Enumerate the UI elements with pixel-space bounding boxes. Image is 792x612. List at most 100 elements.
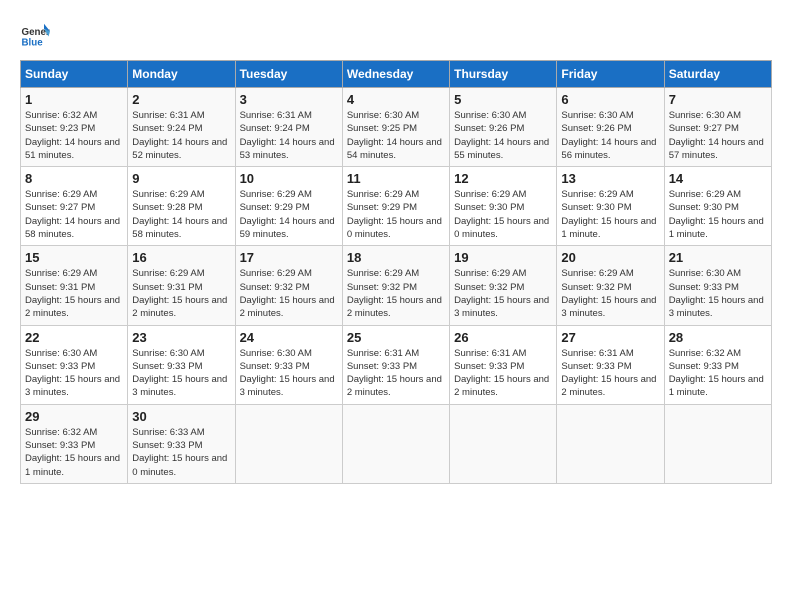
day-info: Sunrise: 6:29 AM Sunset: 9:31 PM Dayligh…	[25, 267, 123, 320]
day-number: 27	[561, 330, 659, 345]
calendar-day-cell: 13 Sunrise: 6:29 AM Sunset: 9:30 PM Dayl…	[557, 167, 664, 246]
calendar-day-cell	[342, 404, 449, 483]
calendar-day-cell: 20 Sunrise: 6:29 AM Sunset: 9:32 PM Dayl…	[557, 246, 664, 325]
day-info: Sunrise: 6:29 AM Sunset: 9:27 PM Dayligh…	[25, 188, 123, 241]
day-number: 25	[347, 330, 445, 345]
calendar-day-cell: 3 Sunrise: 6:31 AM Sunset: 9:24 PM Dayli…	[235, 88, 342, 167]
day-info: Sunrise: 6:29 AM Sunset: 9:32 PM Dayligh…	[347, 267, 445, 320]
day-number: 2	[132, 92, 230, 107]
day-number: 17	[240, 250, 338, 265]
weekday-label: Friday	[557, 61, 664, 88]
logo: General Blue	[20, 20, 50, 50]
calendar-day-cell	[664, 404, 771, 483]
calendar-day-cell	[557, 404, 664, 483]
day-number: 23	[132, 330, 230, 345]
calendar-day-cell: 1 Sunrise: 6:32 AM Sunset: 9:23 PM Dayli…	[21, 88, 128, 167]
day-info: Sunrise: 6:30 AM Sunset: 9:26 PM Dayligh…	[561, 109, 659, 162]
day-number: 7	[669, 92, 767, 107]
calendar-day-cell: 27 Sunrise: 6:31 AM Sunset: 9:33 PM Dayl…	[557, 325, 664, 404]
day-info: Sunrise: 6:32 AM Sunset: 9:23 PM Dayligh…	[25, 109, 123, 162]
calendar-day-cell: 24 Sunrise: 6:30 AM Sunset: 9:33 PM Dayl…	[235, 325, 342, 404]
day-number: 19	[454, 250, 552, 265]
day-number: 10	[240, 171, 338, 186]
calendar-day-cell: 22 Sunrise: 6:30 AM Sunset: 9:33 PM Dayl…	[21, 325, 128, 404]
calendar-day-cell: 21 Sunrise: 6:30 AM Sunset: 9:33 PM Dayl…	[664, 246, 771, 325]
day-number: 9	[132, 171, 230, 186]
day-info: Sunrise: 6:29 AM Sunset: 9:30 PM Dayligh…	[561, 188, 659, 241]
day-number: 29	[25, 409, 123, 424]
day-info: Sunrise: 6:32 AM Sunset: 9:33 PM Dayligh…	[669, 347, 767, 400]
day-info: Sunrise: 6:30 AM Sunset: 9:33 PM Dayligh…	[25, 347, 123, 400]
day-number: 1	[25, 92, 123, 107]
day-info: Sunrise: 6:31 AM Sunset: 9:33 PM Dayligh…	[454, 347, 552, 400]
calendar-day-cell: 16 Sunrise: 6:29 AM Sunset: 9:31 PM Dayl…	[128, 246, 235, 325]
calendar-table: SundayMondayTuesdayWednesdayThursdayFrid…	[20, 60, 772, 484]
calendar-week-row: 22 Sunrise: 6:30 AM Sunset: 9:33 PM Dayl…	[21, 325, 772, 404]
day-info: Sunrise: 6:29 AM Sunset: 9:28 PM Dayligh…	[132, 188, 230, 241]
day-number: 24	[240, 330, 338, 345]
weekday-label: Tuesday	[235, 61, 342, 88]
logo-icon: General Blue	[20, 20, 50, 50]
weekday-label: Sunday	[21, 61, 128, 88]
day-number: 8	[25, 171, 123, 186]
weekday-label: Thursday	[450, 61, 557, 88]
calendar-day-cell: 30 Sunrise: 6:33 AM Sunset: 9:33 PM Dayl…	[128, 404, 235, 483]
day-info: Sunrise: 6:30 AM Sunset: 9:33 PM Dayligh…	[132, 347, 230, 400]
calendar-day-cell: 19 Sunrise: 6:29 AM Sunset: 9:32 PM Dayl…	[450, 246, 557, 325]
day-info: Sunrise: 6:29 AM Sunset: 9:30 PM Dayligh…	[454, 188, 552, 241]
day-number: 21	[669, 250, 767, 265]
day-info: Sunrise: 6:29 AM Sunset: 9:32 PM Dayligh…	[561, 267, 659, 320]
weekday-label: Wednesday	[342, 61, 449, 88]
calendar-day-cell: 7 Sunrise: 6:30 AM Sunset: 9:27 PM Dayli…	[664, 88, 771, 167]
day-number: 26	[454, 330, 552, 345]
weekday-label: Monday	[128, 61, 235, 88]
calendar-day-cell: 6 Sunrise: 6:30 AM Sunset: 9:26 PM Dayli…	[557, 88, 664, 167]
weekday-label: Saturday	[664, 61, 771, 88]
day-number: 15	[25, 250, 123, 265]
day-number: 20	[561, 250, 659, 265]
day-info: Sunrise: 6:30 AM Sunset: 9:27 PM Dayligh…	[669, 109, 767, 162]
calendar-day-cell: 4 Sunrise: 6:30 AM Sunset: 9:25 PM Dayli…	[342, 88, 449, 167]
calendar-day-cell: 26 Sunrise: 6:31 AM Sunset: 9:33 PM Dayl…	[450, 325, 557, 404]
day-info: Sunrise: 6:29 AM Sunset: 9:32 PM Dayligh…	[240, 267, 338, 320]
svg-text:Blue: Blue	[22, 38, 44, 49]
calendar-day-cell: 9 Sunrise: 6:29 AM Sunset: 9:28 PM Dayli…	[128, 167, 235, 246]
day-number: 14	[669, 171, 767, 186]
calendar-day-cell: 15 Sunrise: 6:29 AM Sunset: 9:31 PM Dayl…	[21, 246, 128, 325]
day-number: 13	[561, 171, 659, 186]
day-info: Sunrise: 6:29 AM Sunset: 9:30 PM Dayligh…	[669, 188, 767, 241]
day-info: Sunrise: 6:30 AM Sunset: 9:26 PM Dayligh…	[454, 109, 552, 162]
day-info: Sunrise: 6:33 AM Sunset: 9:33 PM Dayligh…	[132, 426, 230, 479]
weekday-header-row: SundayMondayTuesdayWednesdayThursdayFrid…	[21, 61, 772, 88]
day-info: Sunrise: 6:32 AM Sunset: 9:33 PM Dayligh…	[25, 426, 123, 479]
calendar-day-cell: 28 Sunrise: 6:32 AM Sunset: 9:33 PM Dayl…	[664, 325, 771, 404]
day-number: 18	[347, 250, 445, 265]
calendar-day-cell: 5 Sunrise: 6:30 AM Sunset: 9:26 PM Dayli…	[450, 88, 557, 167]
calendar-day-cell	[235, 404, 342, 483]
calendar-body: 1 Sunrise: 6:32 AM Sunset: 9:23 PM Dayli…	[21, 88, 772, 484]
calendar-week-row: 15 Sunrise: 6:29 AM Sunset: 9:31 PM Dayl…	[21, 246, 772, 325]
day-number: 12	[454, 171, 552, 186]
day-number: 22	[25, 330, 123, 345]
page-header: General Blue	[20, 20, 772, 50]
calendar-day-cell: 18 Sunrise: 6:29 AM Sunset: 9:32 PM Dayl…	[342, 246, 449, 325]
day-info: Sunrise: 6:30 AM Sunset: 9:33 PM Dayligh…	[240, 347, 338, 400]
day-info: Sunrise: 6:29 AM Sunset: 9:29 PM Dayligh…	[240, 188, 338, 241]
calendar-day-cell: 25 Sunrise: 6:31 AM Sunset: 9:33 PM Dayl…	[342, 325, 449, 404]
day-info: Sunrise: 6:31 AM Sunset: 9:24 PM Dayligh…	[240, 109, 338, 162]
day-number: 28	[669, 330, 767, 345]
calendar-week-row: 8 Sunrise: 6:29 AM Sunset: 9:27 PM Dayli…	[21, 167, 772, 246]
day-info: Sunrise: 6:31 AM Sunset: 9:24 PM Dayligh…	[132, 109, 230, 162]
calendar-day-cell: 10 Sunrise: 6:29 AM Sunset: 9:29 PM Dayl…	[235, 167, 342, 246]
calendar-day-cell: 29 Sunrise: 6:32 AM Sunset: 9:33 PM Dayl…	[21, 404, 128, 483]
day-number: 4	[347, 92, 445, 107]
day-info: Sunrise: 6:29 AM Sunset: 9:29 PM Dayligh…	[347, 188, 445, 241]
calendar-day-cell: 2 Sunrise: 6:31 AM Sunset: 9:24 PM Dayli…	[128, 88, 235, 167]
calendar-week-row: 29 Sunrise: 6:32 AM Sunset: 9:33 PM Dayl…	[21, 404, 772, 483]
day-info: Sunrise: 6:29 AM Sunset: 9:32 PM Dayligh…	[454, 267, 552, 320]
calendar-week-row: 1 Sunrise: 6:32 AM Sunset: 9:23 PM Dayli…	[21, 88, 772, 167]
day-number: 16	[132, 250, 230, 265]
day-number: 30	[132, 409, 230, 424]
day-info: Sunrise: 6:30 AM Sunset: 9:33 PM Dayligh…	[669, 267, 767, 320]
calendar-day-cell: 8 Sunrise: 6:29 AM Sunset: 9:27 PM Dayli…	[21, 167, 128, 246]
